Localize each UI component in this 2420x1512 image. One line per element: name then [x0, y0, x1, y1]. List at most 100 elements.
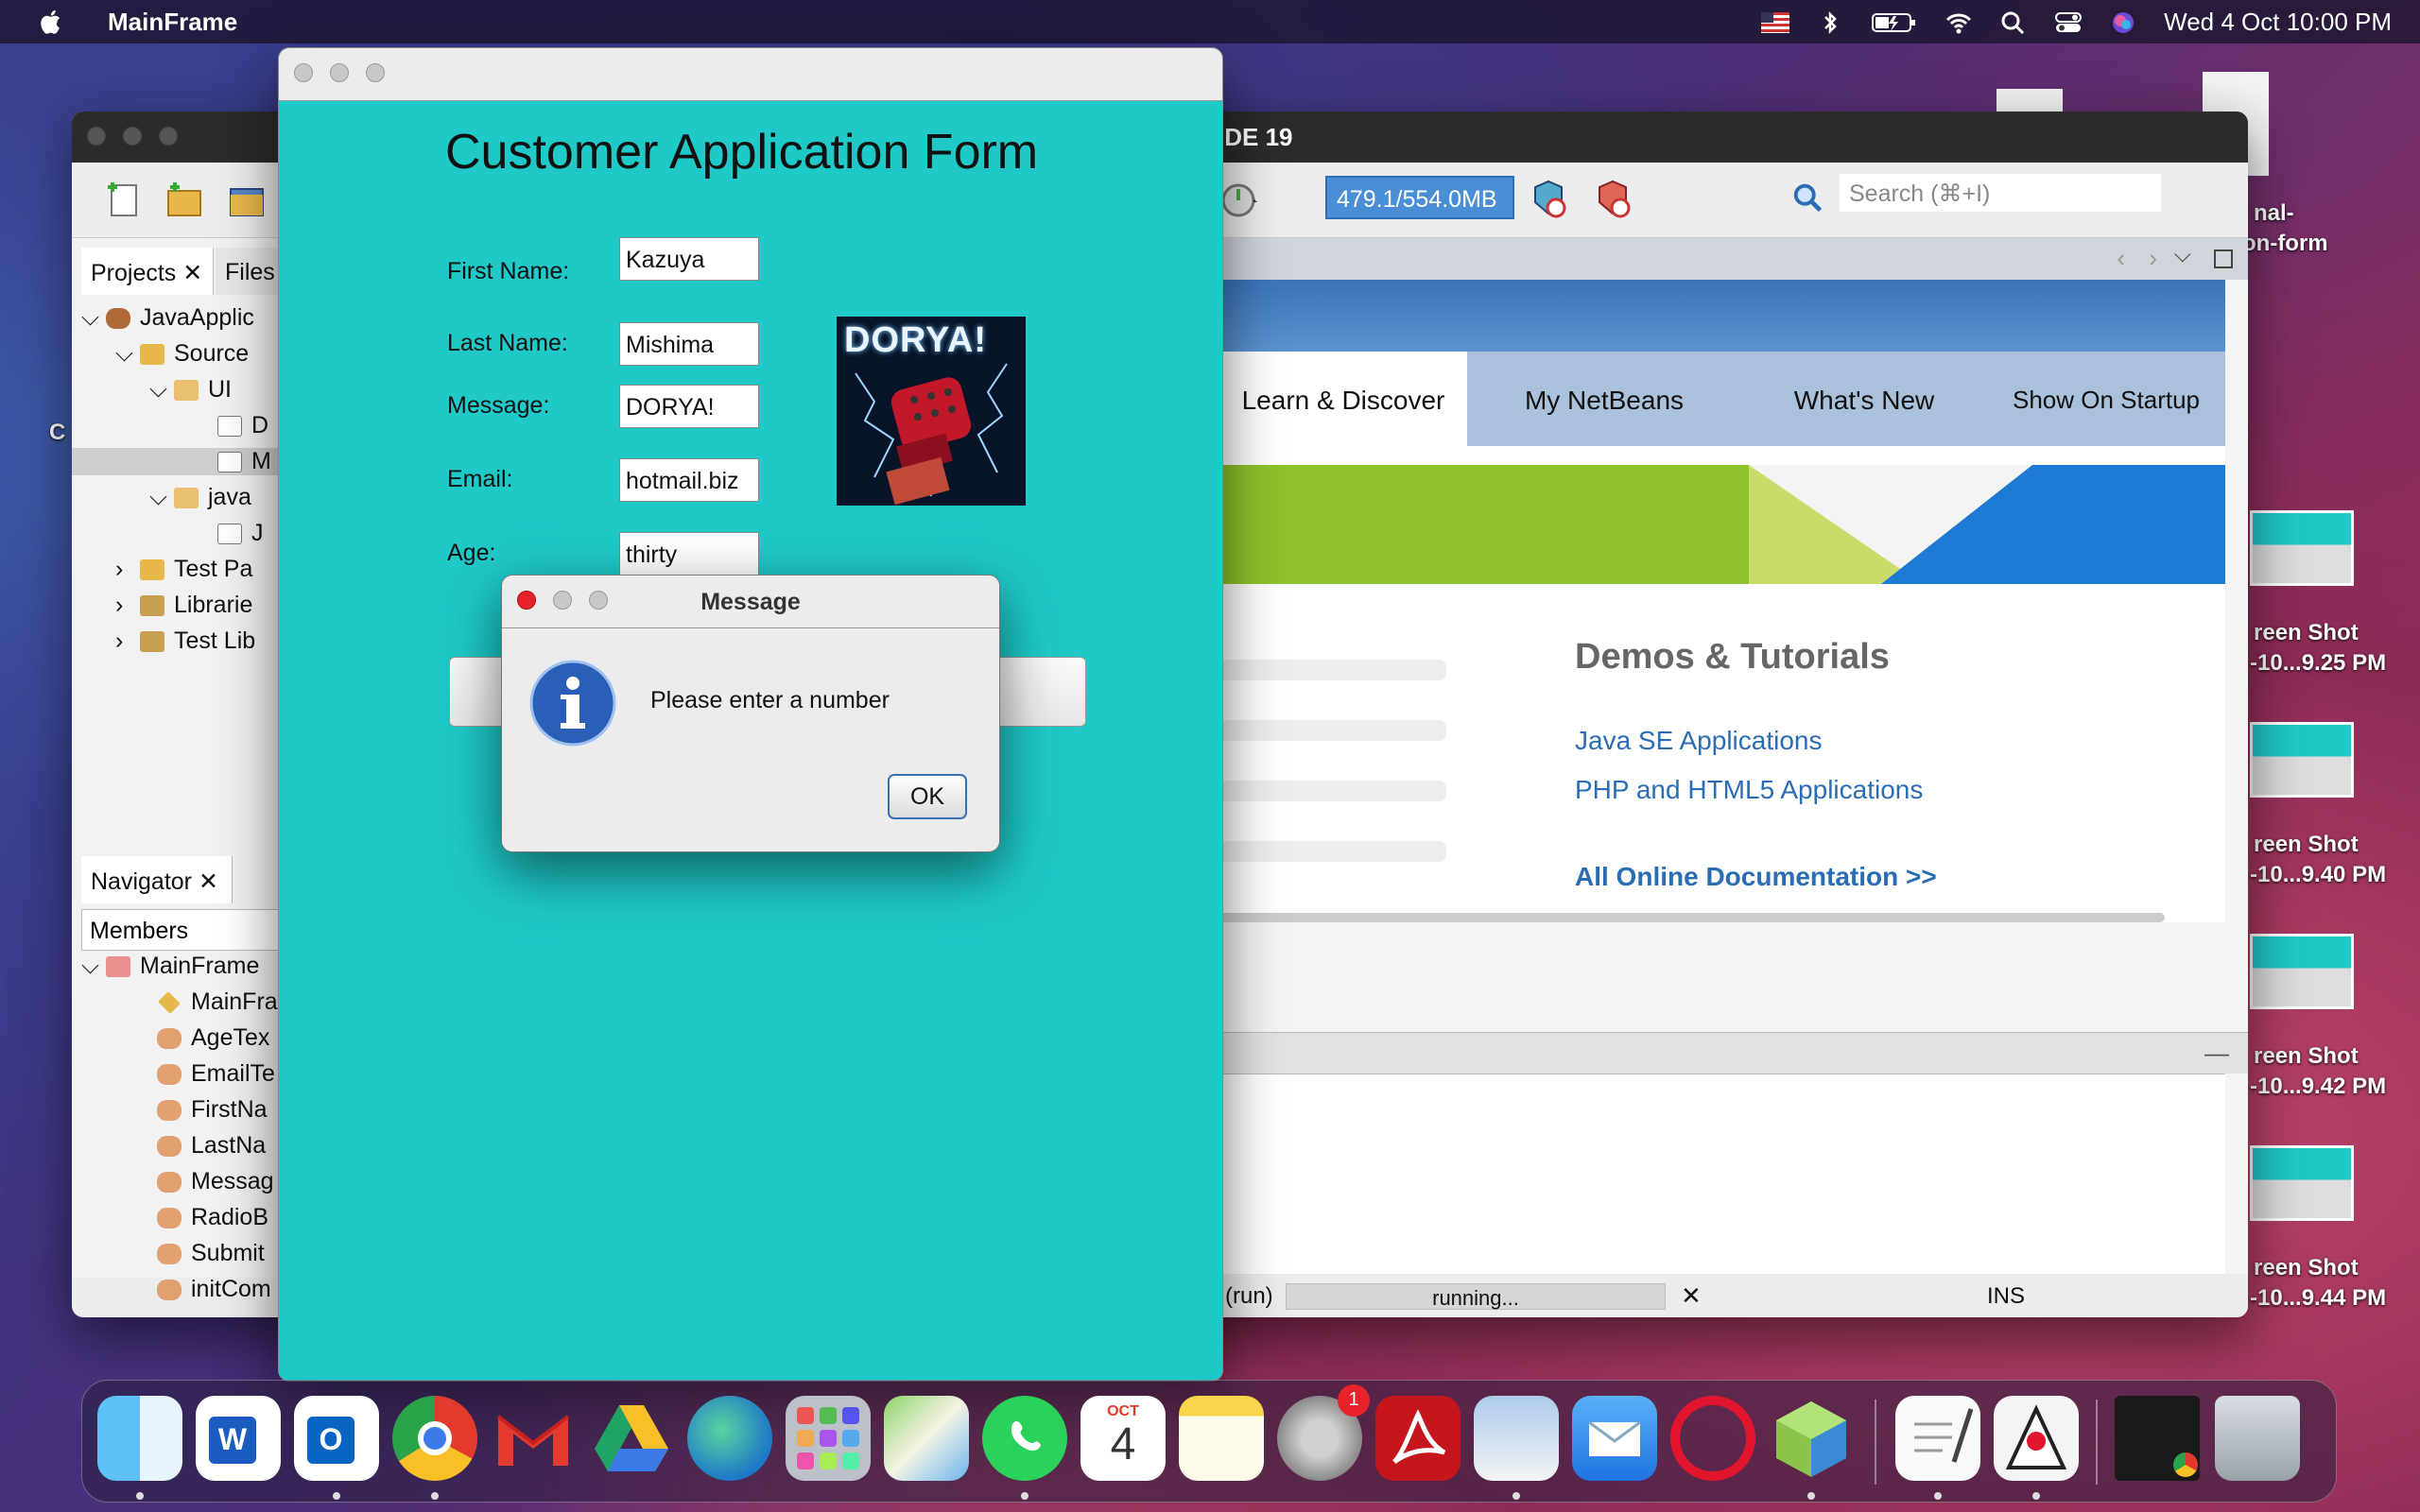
nav-item-field[interactable]: EmailTe: [157, 1060, 275, 1088]
mail-icon[interactable]: [1572, 1396, 1657, 1481]
tree-item-java-package[interactable]: ⌵ java: [149, 484, 251, 511]
tab-learn-discover[interactable]: Learn & Discover: [1219, 352, 1467, 446]
tree-item-test-packages[interactable]: › Test Pa: [115, 556, 252, 583]
method-icon: [157, 1280, 182, 1301]
control-center-icon[interactable]: [2054, 10, 2083, 35]
minimize-panel-icon[interactable]: —: [2204, 1039, 2229, 1068]
open-project-icon[interactable]: [227, 180, 267, 219]
tab-navigator[interactable]: Navigator ✕: [81, 856, 233, 903]
close-button[interactable]: [517, 591, 536, 610]
message-field[interactable]: DORYA!: [619, 385, 759, 428]
screenshot-thumbnail[interactable]: [2250, 1145, 2354, 1221]
tree-item-form-2[interactable]: M: [72, 448, 299, 475]
tree-item-form-1[interactable]: D: [217, 412, 268, 439]
close-button[interactable]: [87, 127, 106, 146]
screenshot-thumbnail[interactable]: [2250, 934, 2354, 1009]
nav-item-field[interactable]: Submit: [157, 1240, 265, 1267]
launchpad-icon[interactable]: [786, 1396, 871, 1481]
first-name-field[interactable]: Kazuya: [619, 237, 759, 281]
age-field[interactable]: thirty: [619, 532, 759, 576]
tab-projects[interactable]: Projects ✕: [81, 248, 214, 295]
minimize-button[interactable]: [330, 63, 349, 82]
google-drive-icon[interactable]: [589, 1396, 674, 1481]
minimize-button[interactable]: [123, 127, 142, 146]
dialog-title-bar[interactable]: Message: [502, 576, 999, 628]
email-field[interactable]: hotmail.biz: [619, 458, 759, 502]
active-app-name[interactable]: MainFrame: [108, 8, 237, 37]
link-java-se[interactable]: Java SE Applications: [1575, 726, 1823, 756]
tree-item-libraries[interactable]: › Librarie: [115, 592, 252, 619]
finder-icon[interactable]: [97, 1396, 182, 1481]
preview-icon[interactable]: [1474, 1396, 1559, 1481]
system-settings-icon[interactable]: 1: [1277, 1384, 1370, 1481]
whatsapp-icon[interactable]: [982, 1396, 1067, 1481]
trash-icon[interactable]: [2215, 1396, 2300, 1481]
tree-item-ui-package[interactable]: ⌵ UI: [149, 376, 232, 404]
tab-show-on-startup[interactable]: Show On Startup: [1987, 352, 2225, 446]
screenshot-thumbnail[interactable]: [2250, 510, 2354, 586]
zoom-button[interactable]: [159, 127, 178, 146]
search-icon[interactable]: [1999, 10, 2028, 35]
nav-item-field[interactable]: LastNa: [157, 1132, 266, 1160]
notes-icon[interactable]: [1179, 1396, 1264, 1481]
members-dropdown[interactable]: Members: [81, 909, 299, 951]
nav-item-method[interactable]: initCom: [157, 1276, 271, 1303]
search-icon[interactable]: [1790, 180, 1828, 219]
form-title-bar[interactable]: [279, 48, 1222, 101]
new-project-icon[interactable]: [164, 180, 204, 219]
ok-button[interactable]: OK: [888, 774, 967, 819]
apple-icon[interactable]: [40, 8, 64, 36]
zoom-button[interactable]: [589, 591, 608, 610]
profile-icon[interactable]: [1219, 180, 1259, 219]
gc-icon[interactable]: [1528, 180, 1567, 219]
gmail-icon[interactable]: [491, 1396, 576, 1481]
maximize-icon[interactable]: [2214, 249, 2233, 268]
zoom-button[interactable]: [366, 63, 385, 82]
nav-item-field[interactable]: AgeTex: [157, 1024, 269, 1052]
new-file-icon[interactable]: [104, 180, 144, 219]
word-icon[interactable]: W: [196, 1396, 281, 1481]
outlook-icon[interactable]: O: [294, 1396, 379, 1481]
horizontal-scrollbar[interactable]: [1219, 913, 2165, 922]
quick-search-input[interactable]: Search (⌘+I): [1840, 174, 2161, 212]
opera-icon[interactable]: [1670, 1396, 1755, 1481]
calendar-icon[interactable]: OCT 4: [1080, 1396, 1166, 1481]
chevron-down-icon[interactable]: ⌵: [2174, 242, 2191, 268]
nav-item-field[interactable]: FirstNa: [157, 1096, 268, 1124]
scroll-left-icon[interactable]: ‹: [2117, 244, 2125, 273]
close-button[interactable]: [294, 63, 313, 82]
netbeans-icon[interactable]: [1769, 1396, 1854, 1481]
edge-icon[interactable]: [687, 1396, 772, 1481]
screenshot-stack-icon[interactable]: [2115, 1396, 2200, 1481]
screenshot-thumbnail[interactable]: [2250, 722, 2354, 798]
clock[interactable]: Wed 4 Oct 10:00 PM: [2164, 8, 2392, 37]
tree-item-project[interactable]: ⌵ JavaApplic: [81, 304, 254, 332]
tab-my-netbeans[interactable]: My NetBeans: [1467, 352, 1741, 446]
profiler-icon[interactable]: [1592, 180, 1632, 219]
nav-item-field[interactable]: RadioB: [157, 1204, 268, 1231]
memory-indicator[interactable]: 479.1/554.0MB: [1325, 176, 1514, 219]
tree-item-source[interactable]: ⌵ Source: [115, 340, 249, 368]
java-icon[interactable]: [1994, 1396, 2079, 1481]
tab-whats-new[interactable]: What's New: [1741, 352, 1987, 446]
scroll-right-icon[interactable]: ›: [2149, 244, 2157, 273]
textedit-icon[interactable]: [1895, 1396, 1980, 1481]
minimize-button[interactable]: [553, 591, 572, 610]
link-all-docs[interactable]: All Online Documentation >>: [1575, 862, 1937, 892]
last-name-field[interactable]: Mishima: [619, 322, 759, 366]
tree-item-test-libraries[interactable]: › Test Lib: [115, 627, 255, 655]
siri-icon[interactable]: [2109, 10, 2137, 35]
chrome-icon[interactable]: [392, 1396, 477, 1481]
link-php-html5[interactable]: PHP and HTML5 Applications: [1575, 775, 1923, 805]
nav-item-field[interactable]: Messag: [157, 1168, 274, 1195]
nav-item-class[interactable]: ⌵ MainFrame: [81, 953, 259, 980]
bluetooth-icon[interactable]: [1816, 10, 1844, 35]
battery-icon[interactable]: [1871, 10, 1918, 35]
wifi-icon[interactable]: [1945, 10, 1973, 35]
tree-item-java-file[interactable]: J: [217, 520, 264, 547]
flag-icon[interactable]: [1761, 10, 1790, 35]
cancel-task-icon[interactable]: ✕: [1681, 1281, 1702, 1311]
maps-icon[interactable]: [884, 1396, 969, 1481]
nav-item-constructor[interactable]: MainFra: [157, 988, 278, 1016]
acrobat-icon[interactable]: [1375, 1396, 1461, 1481]
